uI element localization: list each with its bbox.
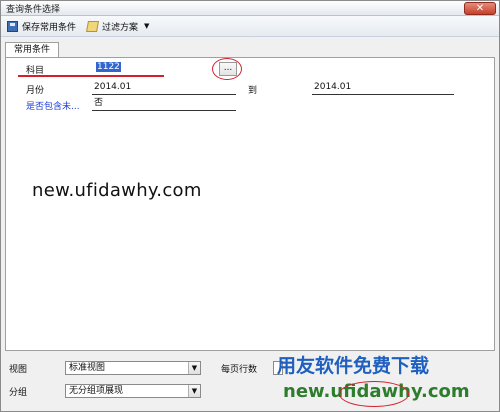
center-watermark: new.ufidawhy.com — [32, 180, 202, 201]
conditions-panel: 科目 1122 ... 月份 2014.01 到 2014.01 是否包含未..… — [5, 57, 495, 351]
save-common-conditions-button[interactable]: 保存常用条件 — [7, 19, 76, 33]
group-value: 无分组项展现 — [69, 386, 124, 396]
month-label: 月份 — [26, 86, 45, 96]
group-select[interactable]: 无分组项展现 ▼ — [65, 384, 201, 398]
subject-underline-mark — [18, 75, 164, 77]
chevron-down-icon: ▼ — [188, 385, 200, 397]
toolbar: 保存常用条件 过滤方案 ▼ — [1, 16, 499, 37]
title-bar: 查询条件选择 ✕ — [1, 1, 499, 16]
rows-per-page-label: 每页行数 — [221, 365, 258, 375]
brand-watermark-cn: 用友软件免费下载 — [277, 355, 430, 377]
view-value: 标准视图 — [69, 363, 106, 373]
subject-value: 1122 — [96, 62, 121, 72]
window-title: 查询条件选择 — [6, 5, 61, 15]
to-label: 到 — [248, 86, 258, 96]
save-label: 保存常用条件 — [22, 22, 77, 33]
chevron-down-icon: ▼ — [188, 362, 200, 374]
month-from-field[interactable]: 2014.01 — [92, 81, 236, 95]
group-label: 分组 — [9, 388, 28, 398]
include-unposted-label: 是否包含未... — [26, 102, 80, 112]
filter-scheme-button[interactable]: 过滤方案 ▼ — [86, 19, 150, 33]
subject-field[interactable]: 1122 — [94, 61, 216, 75]
save-icon — [7, 20, 18, 32]
view-label: 视图 — [9, 365, 28, 375]
query-condition-dialog: 查询条件选择 ✕ 保存常用条件 过滤方案 ▼ 常用条件 科目 1122 ... … — [0, 0, 500, 412]
include-unposted-field[interactable]: 否 — [92, 97, 236, 111]
chevron-down-icon: ▼ — [144, 22, 150, 30]
ok-highlight-circle — [339, 381, 409, 407]
browse-highlight-circle — [212, 58, 242, 80]
month-to-field[interactable]: 2014.01 — [312, 81, 454, 95]
close-button[interactable]: ✕ — [464, 2, 496, 15]
view-select[interactable]: 标准视图 ▼ — [65, 361, 201, 375]
tab-common-conditions[interactable]: 常用条件 — [5, 42, 59, 58]
filter-icon — [86, 20, 99, 32]
filter-label: 过滤方案 — [102, 22, 139, 33]
